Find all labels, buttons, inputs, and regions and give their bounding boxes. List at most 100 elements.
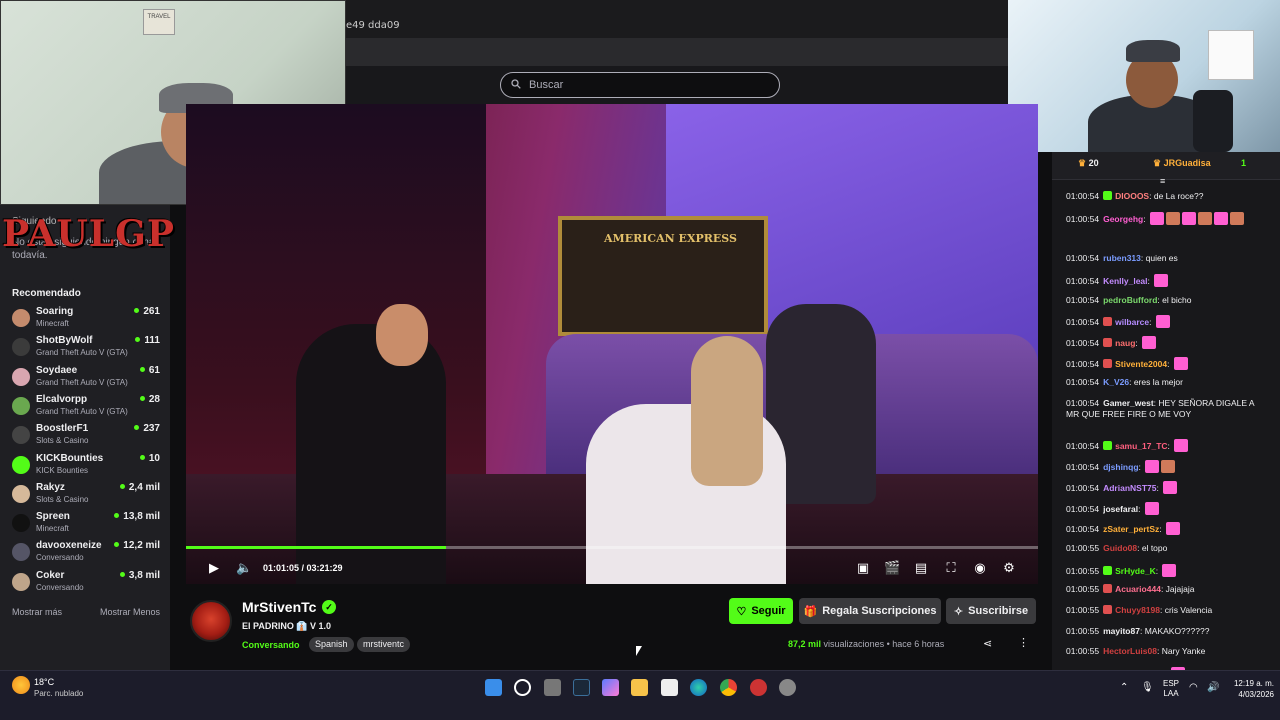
chat-username[interactable]: SrHyde_K bbox=[1115, 566, 1156, 576]
store-icon[interactable] bbox=[661, 679, 678, 696]
chat-username[interactable]: Georgehg bbox=[1103, 214, 1143, 224]
tray-chevron-icon[interactable]: ⌃ bbox=[1120, 682, 1128, 693]
chat-username[interactable]: samu_17_TC bbox=[1115, 441, 1167, 451]
gift-subs-button[interactable]: 🎁 Regala Suscripciones bbox=[799, 598, 941, 624]
chat-username[interactable]: ruben313 bbox=[1103, 253, 1141, 263]
chat-badge-icon bbox=[1103, 565, 1113, 575]
show-more-link[interactable]: Mostrar más bbox=[12, 607, 62, 617]
stream-title: El PADRINO 👔 V 1.0 bbox=[242, 621, 332, 631]
tag-channel[interactable]: mrstiventc bbox=[357, 637, 411, 652]
clock-date[interactable]: 4/03/2026 bbox=[1230, 690, 1274, 699]
pip-icon[interactable]: ▤ bbox=[913, 561, 929, 577]
viewer-count: 237 bbox=[134, 423, 160, 434]
sidebar-channel-item[interactable]: Spreen Minecraft 13,8 mil bbox=[12, 511, 160, 540]
chat-message: 01:00:54 DIOOOS: de La roce?? bbox=[1066, 191, 1204, 201]
chat-username[interactable]: naug bbox=[1115, 338, 1135, 348]
sidebar-channel-item[interactable]: Rakyz Slots & Casino 2,4 mil bbox=[12, 482, 160, 511]
chrome-icon[interactable] bbox=[720, 679, 737, 696]
weather-icon[interactable] bbox=[12, 676, 30, 694]
chat-username[interactable]: AdrianNST75 bbox=[1103, 483, 1156, 493]
channel-avatar bbox=[12, 514, 30, 533]
clip-icon[interactable]: 🎬 bbox=[884, 561, 900, 577]
chat-username[interactable]: Guido08 bbox=[1103, 543, 1137, 553]
chat-emote-icon bbox=[1163, 480, 1178, 494]
channel-avatar bbox=[12, 484, 30, 503]
chat-emote-icon bbox=[1197, 211, 1212, 225]
chat-username[interactable]: pedroBufford bbox=[1103, 295, 1157, 305]
sidebar-channel-item[interactable]: Elcalvorpp Grand Theft Auto V (GTA) 28 bbox=[12, 394, 160, 423]
chat-username[interactable]: K_V26 bbox=[1103, 377, 1129, 387]
sidebar-channel-item[interactable]: BoostlerF1 Slots & Casino 237 bbox=[12, 423, 160, 452]
chat-username[interactable]: wilbarce bbox=[1115, 317, 1149, 327]
chat-username[interactable]: josefaral bbox=[1103, 504, 1138, 514]
chat-text: eres la mejor bbox=[1133, 377, 1183, 388]
chat-username[interactable]: Gamer_west bbox=[1103, 398, 1154, 408]
view-stats: 87,2 mil visualizaciones • hace 6 horas bbox=[788, 639, 945, 649]
viewer-count: 13,8 mil bbox=[114, 511, 160, 522]
sidebar-channel-item[interactable]: Soydaee Grand Theft Auto V (GTA) 61 bbox=[12, 365, 160, 394]
app-icon[interactable] bbox=[602, 679, 619, 696]
video-player[interactable]: AMERICAN EXPRESS bbox=[186, 104, 1038, 584]
progress-bar[interactable] bbox=[186, 546, 1038, 549]
chat-username[interactable]: HectorLuis08 bbox=[1103, 646, 1157, 656]
channel-name: ShotByWolf bbox=[36, 335, 93, 347]
share-icon[interactable]: ⋖ bbox=[983, 637, 992, 650]
wifi-icon[interactable]: ◠ bbox=[1189, 682, 1198, 693]
chat-username[interactable]: Stivente2004 bbox=[1115, 359, 1167, 369]
star-icon: ✧ bbox=[953, 605, 964, 618]
channel-name: Coker bbox=[36, 569, 65, 581]
channel-name[interactable]: MrStivenTc bbox=[242, 599, 316, 615]
category-link[interactable]: Conversando bbox=[242, 640, 300, 650]
fullscreen-icon[interactable]: ⛶ bbox=[943, 561, 959, 577]
follow-button[interactable]: ♡ Seguir bbox=[729, 598, 793, 624]
pinned-left-count: 20 bbox=[1088, 158, 1099, 168]
recorder-icon[interactable] bbox=[750, 679, 767, 696]
channel-avatar[interactable] bbox=[190, 600, 232, 642]
sidebar-channel-item[interactable]: Coker Conversando 3,8 mil bbox=[12, 570, 160, 599]
search-input[interactable]: Buscar bbox=[500, 72, 780, 98]
more-options-icon[interactable]: ⋮ bbox=[1018, 636, 1029, 649]
settings-taskbar-icon[interactable] bbox=[779, 679, 796, 696]
chat-emote-icon bbox=[1181, 211, 1196, 225]
play-icon[interactable]: ▶ bbox=[206, 561, 222, 577]
sidebar-channel-item[interactable]: Soaring Minecraft 261 bbox=[12, 306, 160, 335]
weather-desc[interactable]: Parc. nublado bbox=[34, 689, 83, 698]
chat-collapse-icon[interactable]: ≡ bbox=[1160, 176, 1165, 186]
sidebar-channel-item[interactable]: ShotByWolf Grand Theft Auto V (GTA) 111 bbox=[12, 335, 160, 364]
task-view-icon[interactable] bbox=[544, 679, 561, 696]
chat-username[interactable]: zSater_pertSz bbox=[1103, 524, 1159, 534]
file-explorer-icon[interactable] bbox=[631, 679, 648, 696]
clock-time[interactable]: 12:19 a. m. bbox=[1230, 679, 1274, 688]
channel-avatar bbox=[12, 572, 30, 591]
sidebar-channel-item[interactable]: davooxeneize Conversando 12,2 mil bbox=[12, 540, 160, 569]
mic-icon[interactable]: 🎙 bbox=[1141, 682, 1154, 693]
tag-language[interactable]: Spanish bbox=[309, 637, 354, 652]
chat-username[interactable]: djshinqg bbox=[1103, 462, 1138, 472]
chat-username[interactable]: Kenlly_leal bbox=[1103, 276, 1147, 286]
chat-username[interactable]: Acuario444 bbox=[1115, 584, 1161, 594]
chat-username[interactable]: Chuyy8198 bbox=[1115, 605, 1160, 615]
search-taskbar-icon[interactable] bbox=[514, 679, 531, 696]
chat-badge-icon bbox=[1103, 605, 1113, 614]
theater-mode-icon[interactable]: ▣ bbox=[855, 561, 871, 577]
chat-username[interactable]: DIOOOS bbox=[1115, 191, 1149, 201]
chat-text: Jajajaja bbox=[1165, 584, 1195, 595]
pinned-user[interactable]: ♛ JRGuadisa bbox=[1153, 158, 1211, 169]
channel-category: Slots & Casino bbox=[36, 494, 89, 504]
start-icon[interactable] bbox=[485, 679, 502, 696]
chat-username[interactable]: mayito87 bbox=[1103, 626, 1140, 636]
show-less-link[interactable]: Mostrar Menos bbox=[100, 607, 160, 617]
chat-message: 01:00:55 mayito87: MAKAKO?????? bbox=[1066, 625, 1210, 636]
subscribe-button[interactable]: ✧ Suscribirse bbox=[946, 598, 1036, 624]
scene-woman-hair bbox=[691, 336, 763, 486]
steam-icon[interactable] bbox=[573, 679, 590, 696]
language-indicator[interactable]: ESP LAA bbox=[1163, 679, 1179, 699]
edge-icon[interactable] bbox=[690, 679, 707, 696]
settings-gear-icon[interactable]: ⚙ bbox=[1001, 561, 1017, 577]
speaker-icon[interactable]: 🔊 bbox=[1207, 682, 1219, 693]
speed-icon[interactable]: ◉ bbox=[972, 561, 988, 577]
weather-temp[interactable]: 18°C bbox=[34, 677, 54, 687]
channel-avatar bbox=[12, 543, 30, 562]
volume-icon[interactable]: 🔈 bbox=[236, 561, 252, 577]
sidebar-channel-item[interactable]: KICKBounties KICK Bounties 10 bbox=[12, 453, 160, 482]
